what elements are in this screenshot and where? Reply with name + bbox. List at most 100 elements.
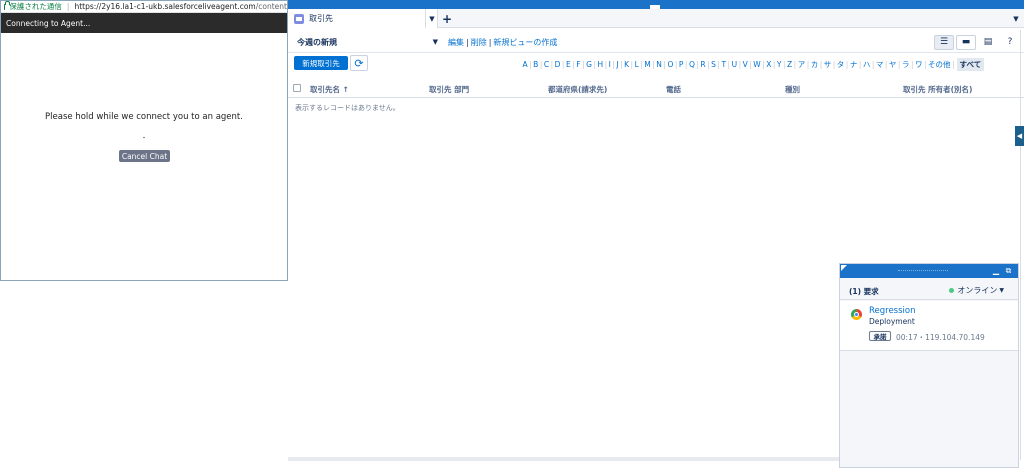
tab-overflow-chevron-down-icon[interactable]: ▼ (1010, 9, 1022, 28)
alphabet-filter-letter[interactable]: A (521, 60, 529, 69)
column-billing-state[interactable]: 都道府県(請求先) (548, 84, 607, 95)
alphabet-filter-letter[interactable]: D (553, 60, 562, 69)
alphabet-filter-letter[interactable]: その他 (927, 59, 953, 70)
footer-strip (288, 457, 840, 461)
tab-menu-chevron-down-icon[interactable]: ▼ (425, 9, 438, 28)
feed-view-icon[interactable]: ▬ (956, 34, 976, 50)
alphabet-filter-letter[interactable]: P (677, 60, 685, 69)
alphabet-filter-letter[interactable]: R (699, 60, 707, 69)
column-phone[interactable]: 電話 (666, 84, 681, 95)
alphabet-filter-letter[interactable]: X (765, 60, 773, 69)
select-all-checkbox[interactable] (293, 84, 301, 92)
address-bar[interactable]: 保護された通信 | https://2y16.la1-c1-ukb.salesf… (1, 1, 287, 13)
alphabet-filter-letter[interactable]: ヤ (887, 59, 898, 70)
table-header: 取引先名 ↑ 取引先 部門 都道府県(請求先) 電話 種別 取引先 所有者(別名… (288, 80, 1024, 98)
chat-popup-window: 保護された通信 | https://2y16.la1-c1-ukb.salesf… (0, 0, 288, 281)
list-view-icon[interactable]: ☰ (934, 34, 954, 50)
alphabet-filter-letter[interactable]: カ (809, 59, 820, 70)
url-text: https://2y16.la1-c1-ukb.salesforceliveag… (74, 2, 287, 11)
drag-handle[interactable] (898, 270, 948, 272)
chevron-down-icon: ▼ (999, 287, 1004, 294)
alphabet-filter-letter[interactable]: N (655, 60, 664, 69)
alphabet-separator: | (952, 59, 955, 69)
alphabet-filter-letter[interactable]: U (730, 60, 739, 69)
alphabet-filter-letter[interactable]: L (633, 60, 640, 69)
edit-view-link[interactable]: 編集 (448, 37, 464, 48)
alphabet-filter-letter[interactable]: Y (775, 60, 783, 69)
alphabet-filter-letter[interactable]: Q (687, 60, 696, 69)
presence-status-select[interactable]: オンライン ▼ (949, 285, 1004, 296)
alphabet-filter-letter[interactable]: F (575, 60, 582, 69)
work-item-name[interactable]: Regression (869, 306, 916, 316)
chat-title: Connecting to Agent... (1, 13, 287, 33)
console-header-strip (288, 0, 1024, 9)
add-tab-plus-icon[interactable]: + (438, 9, 456, 28)
popout-icon[interactable]: ⧉ (1004, 266, 1013, 275)
chrome-browser-icon (851, 309, 862, 320)
view-select[interactable]: 今週の新規 ▼ (294, 34, 441, 50)
work-item-meta: 00:17・119.104.70.149 (896, 333, 985, 342)
omni-channel-widget: ▁ ⧉ (1) 要求 オンライン ▼ Regression Deployment… (839, 263, 1019, 468)
primary-tab-bar: 取引先 ▼ + ▼ (288, 9, 1024, 28)
alphabet-filter-letter[interactable]: V (741, 60, 749, 69)
refresh-icon[interactable]: ⟳ (350, 55, 368, 71)
alphabet-filter-letter[interactable]: ワ (913, 59, 924, 70)
tab-accounts[interactable]: 取引先 (288, 9, 438, 28)
separator: | (488, 37, 492, 47)
alphabet-filter-letter[interactable]: ハ (861, 59, 872, 70)
alphabet-filter-letter[interactable]: サ (822, 59, 833, 70)
column-type[interactable]: 種別 (785, 84, 800, 95)
alphabet-filter-letter[interactable]: タ (835, 59, 846, 70)
view-links: 編集 | 削除 | 新規ビューの作成 (448, 34, 557, 50)
alphabet-filter-letter[interactable]: Z (786, 60, 794, 69)
presence-status-label: オンライン (957, 286, 998, 295)
separator: | (466, 37, 469, 47)
alphabet-filter-letter[interactable]: M (643, 60, 652, 69)
print-icon[interactable]: ▤ (978, 35, 998, 50)
delete-view-link[interactable]: 削除 (471, 37, 487, 48)
column-division[interactable]: 取引先 部門 (429, 84, 469, 95)
cancel-chat-button[interactable]: Cancel Chat (119, 150, 170, 162)
alphabet-filter-letter[interactable]: O (666, 60, 675, 69)
alphabet-filter-letter[interactable]: ラ (900, 59, 911, 70)
work-item-subtitle: Deployment (869, 317, 915, 326)
omni-header[interactable]: ▁ ⧉ (840, 264, 1018, 278)
alphabet-filter-all[interactable]: すべて (956, 57, 985, 71)
alphabet-filter-letter[interactable]: T (720, 60, 728, 69)
secure-connection-label: 保護された通信 (9, 2, 62, 11)
alphabet-filter-letter[interactable]: H (596, 60, 605, 69)
view-select-value: 今週の新規 (297, 37, 337, 47)
alphabet-filter-letter[interactable]: S (710, 60, 718, 69)
alphabet-filter-letter[interactable]: E (564, 60, 572, 69)
help-icon[interactable]: ? (1000, 35, 1020, 50)
empty-table-message: 表示するレコードはありません。 (295, 104, 400, 112)
column-owner-alias[interactable]: 取引先 所有者(別名) (903, 84, 972, 95)
request-count: (1) 要求 (849, 287, 879, 296)
action-bar: 新規取引先 ⟳ A | B | C | D | E | F | G | H | I | J | K | L | M | N | O | P |… (288, 54, 1024, 74)
alphabet-filter-letter[interactable]: マ (874, 59, 885, 70)
alphabet-filter-letter[interactable]: C (542, 60, 550, 69)
alphabet-filter-letter[interactable]: W (752, 60, 762, 69)
omni-status-bar: (1) 要求 オンライン ▼ (840, 278, 1018, 300)
alphabet-filter-letter[interactable]: ア (796, 59, 807, 70)
alphabet-filter-letter[interactable]: G (585, 60, 594, 69)
corner-marker (841, 265, 847, 271)
tab-label: 取引先 (309, 14, 333, 23)
new-account-button[interactable]: 新規取引先 (294, 56, 348, 70)
column-account-name[interactable]: 取引先名 ↑ (310, 84, 349, 95)
alphabet-filter-letter[interactable]: B (532, 60, 540, 69)
minimize-icon[interactable]: ▁ (992, 267, 1000, 275)
sidebar-toggle-chevron-left-icon[interactable]: ◀ (1015, 126, 1024, 146)
loading-indicator (143, 137, 145, 138)
url-host: https://2y16.la1-c1-ukb.salesforceliveag… (74, 2, 256, 11)
list-view-bar: 今週の新規 ▼ 編集 | 削除 | 新規ビューの作成 ☰ ▬ ▤ ? (288, 31, 1024, 53)
scrollbar[interactable] (1020, 30, 1024, 460)
create-view-link[interactable]: 新規ビューの作成 (493, 37, 557, 48)
account-icon (294, 13, 304, 24)
alphabet-filter: A | B | C | D | E | F | G | H | I | J | K | L | M | N | O | P | Q | R | S | T |… (521, 57, 985, 71)
alphabet-filter-letter[interactable]: K (623, 60, 631, 69)
accept-button[interactable]: 承諾 (869, 331, 891, 341)
view-tools: ☰ ▬ ▤ ? (934, 34, 1020, 50)
work-item[interactable]: Regression Deployment 承諾 00:17・119.104.7… (840, 301, 1018, 351)
alphabet-filter-letter[interactable]: ナ (848, 59, 859, 70)
